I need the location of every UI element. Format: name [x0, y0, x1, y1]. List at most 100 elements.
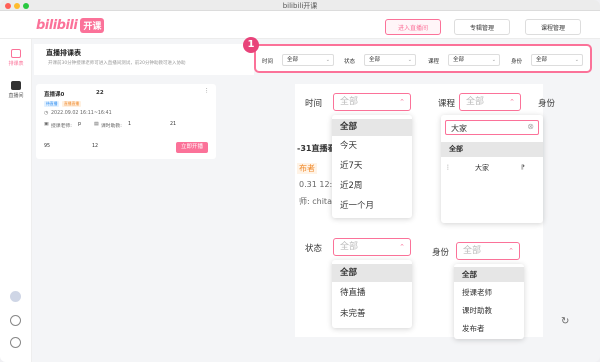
- identity-filter-dropdown: 全部 授课老师 课时助教 发布者: [454, 264, 524, 339]
- status-filter-label: 状态: [305, 244, 323, 254]
- sidebar: 排课表 直播间: [0, 39, 32, 362]
- stat-b: 12: [92, 144, 99, 149]
- sidebar-item-schedule[interactable]: 排课表: [0, 49, 32, 67]
- chevron-down-icon: ⌄: [407, 57, 412, 63]
- course-title-suffix: 22: [96, 90, 104, 96]
- chevron-down-icon: ⌄: [491, 57, 496, 63]
- settings-icon[interactable]: [10, 337, 21, 348]
- pin-icon: ⁋: [521, 164, 525, 171]
- sidebar-item-live-room[interactable]: 直播间: [0, 81, 32, 99]
- chevron-up-icon: ⌃: [508, 247, 514, 255]
- time-filter-select[interactable]: 全部 ⌃: [333, 93, 411, 111]
- teacher-label: 授课老师:: [51, 124, 72, 129]
- identity-filter-label: 身份: [432, 248, 450, 258]
- tv-icon: [11, 81, 21, 90]
- filter-select-identity[interactable]: 全部 ⌄: [531, 54, 583, 66]
- title-bar: bilibili开课: [0, 0, 600, 11]
- status-filter-dropdown: 全部 待直播 未完善: [332, 260, 412, 328]
- page-subtitle: 开课前30分钟授课老师可进入直播间测试，前20分钟助教可进入协助: [48, 61, 186, 66]
- list-marker-icon: ⋮: [445, 164, 451, 171]
- page-title: 直播排课表: [46, 49, 81, 57]
- dropdown-option[interactable]: 全部: [454, 267, 524, 282]
- time-filter-placeholder: 全部: [340, 97, 359, 107]
- identity-filter-placeholder: 全部: [463, 246, 482, 256]
- assistant-value: 1: [128, 122, 132, 127]
- course-filter-placeholder: 全部: [466, 97, 485, 107]
- sidebar-item-label: 排课表: [8, 61, 24, 67]
- chevron-down-icon: ⌄: [574, 57, 579, 63]
- stat-a: 95: [44, 144, 51, 149]
- filter-label-identity: 身份: [511, 59, 523, 65]
- filter-select-value: 全部: [369, 57, 381, 63]
- course-search-input[interactable]: 大家 ⊗: [445, 120, 539, 135]
- app-window: bilibili开课 bilibili 开课 进入直播间 专辑管理 课程管理 排…: [0, 0, 600, 362]
- logo-tag: 开课: [80, 17, 105, 33]
- filter-bar: 时间 全部 ⌄ 状态 全部 ⌄ 课程 全部 ⌄ 身份 全部 ⌄: [254, 44, 592, 73]
- clock-icon: ◷: [44, 111, 49, 116]
- status-badge: 待直播: [44, 101, 60, 107]
- teacher-fragment: 师: chita: [299, 197, 332, 206]
- filter-select-value: 全部: [536, 57, 548, 63]
- window-title: bilibili开课: [282, 2, 318, 10]
- enter-live-room-button[interactable]: 进入直播间: [385, 19, 441, 35]
- clear-icon[interactable]: ⊗: [527, 122, 534, 131]
- teacher-value: p: [78, 122, 82, 127]
- start-live-button[interactable]: 立即开播: [176, 142, 208, 153]
- dropdown-option[interactable]: 全部: [332, 264, 412, 282]
- dropdown-option[interactable]: 全部: [332, 119, 412, 136]
- dropdown-option[interactable]: 近一个月: [332, 198, 412, 215]
- status-badge: 直播直播: [62, 101, 82, 107]
- chevron-up-icon: ⌃: [399, 98, 405, 106]
- assistant-label: 课时助教:: [101, 124, 122, 129]
- status-filter-placeholder: 全部: [340, 242, 359, 252]
- logo-text: bilibili: [36, 17, 78, 33]
- chevron-down-icon: ⌄: [325, 57, 330, 63]
- avatar[interactable]: [10, 291, 21, 302]
- course-filter-label: 课程: [438, 99, 456, 109]
- dropdown-option[interactable]: 发布者: [454, 321, 524, 336]
- course-search-value: 大家: [451, 124, 467, 133]
- filter-select-value: 全部: [453, 57, 465, 63]
- calendar-icon: [11, 49, 21, 58]
- dropdown-option[interactable]: 全部: [441, 142, 543, 157]
- tag-fragment: 布者: [297, 163, 317, 174]
- filter-select-status[interactable]: 全部 ⌄: [364, 54, 416, 66]
- dropdown-option[interactable]: 未完善: [332, 305, 412, 323]
- filter-select-time[interactable]: 全部 ⌄: [282, 54, 334, 66]
- dropdown-option[interactable]: 待直播: [332, 284, 412, 302]
- filter-select-course[interactable]: 全部 ⌄: [448, 54, 500, 66]
- app-logo[interactable]: bilibili 开课: [36, 16, 105, 34]
- chevron-up-icon: ⌃: [509, 98, 515, 106]
- more-icon[interactable]: ⋮: [204, 88, 210, 94]
- identity-label-fragment: 身份: [538, 99, 556, 109]
- course-count: 21: [170, 122, 177, 127]
- info-icon[interactable]: [10, 315, 21, 326]
- dropdown-option[interactable]: 课时助教: [454, 303, 524, 318]
- status-filter-select[interactable]: 全部 ⌃: [333, 238, 411, 256]
- time-filter-label: 时间: [305, 99, 323, 109]
- refresh-icon[interactable]: ↻: [561, 316, 569, 327]
- course-title: 直播课0: [44, 92, 65, 98]
- filter-select-value: 全部: [287, 57, 299, 63]
- filter-label-status: 状态: [344, 59, 356, 65]
- dropdown-option[interactable]: 近7天: [332, 158, 412, 175]
- course-management-button[interactable]: 课程管理: [525, 19, 581, 35]
- time-filter-dropdown: 全部 今天 近7天 近2周 近一个月: [332, 115, 412, 218]
- chevron-up-icon: ⌃: [399, 243, 405, 251]
- dropdown-option[interactable]: 今天: [332, 138, 412, 155]
- album-management-button[interactable]: 专辑管理: [454, 19, 510, 35]
- dropdown-option[interactable]: 大家: [441, 161, 543, 175]
- sidebar-item-label: 直播间: [8, 93, 24, 99]
- course-title-fragment: -31直播看: [297, 144, 336, 153]
- course-card[interactable]: 直播课0 22 ⋮ 待直播 直播直播 ◷ 2022.09.02 16:11~16…: [36, 84, 216, 159]
- teacher-icon: ▣: [44, 122, 49, 127]
- course-filter-dropdown: 大家 ⊗ 全部 大家 ⋮ ⁋: [441, 115, 543, 223]
- filter-label-time: 时间: [262, 59, 274, 65]
- course-time: 2022.09.02 16:11~16:41: [51, 111, 112, 116]
- dropdown-option[interactable]: 近2周: [332, 178, 412, 195]
- course-filter-select[interactable]: 全部 ⌃: [459, 93, 521, 111]
- identity-filter-select[interactable]: 全部 ⌃: [456, 242, 520, 260]
- dropdown-option[interactable]: 授课老师: [454, 285, 524, 300]
- schedule-heading-panel: 直播排课表 开课前30分钟授课老师可进入直播间测试，前20分钟助教可进入协助: [34, 44, 254, 75]
- assistant-icon: ▤: [94, 122, 99, 127]
